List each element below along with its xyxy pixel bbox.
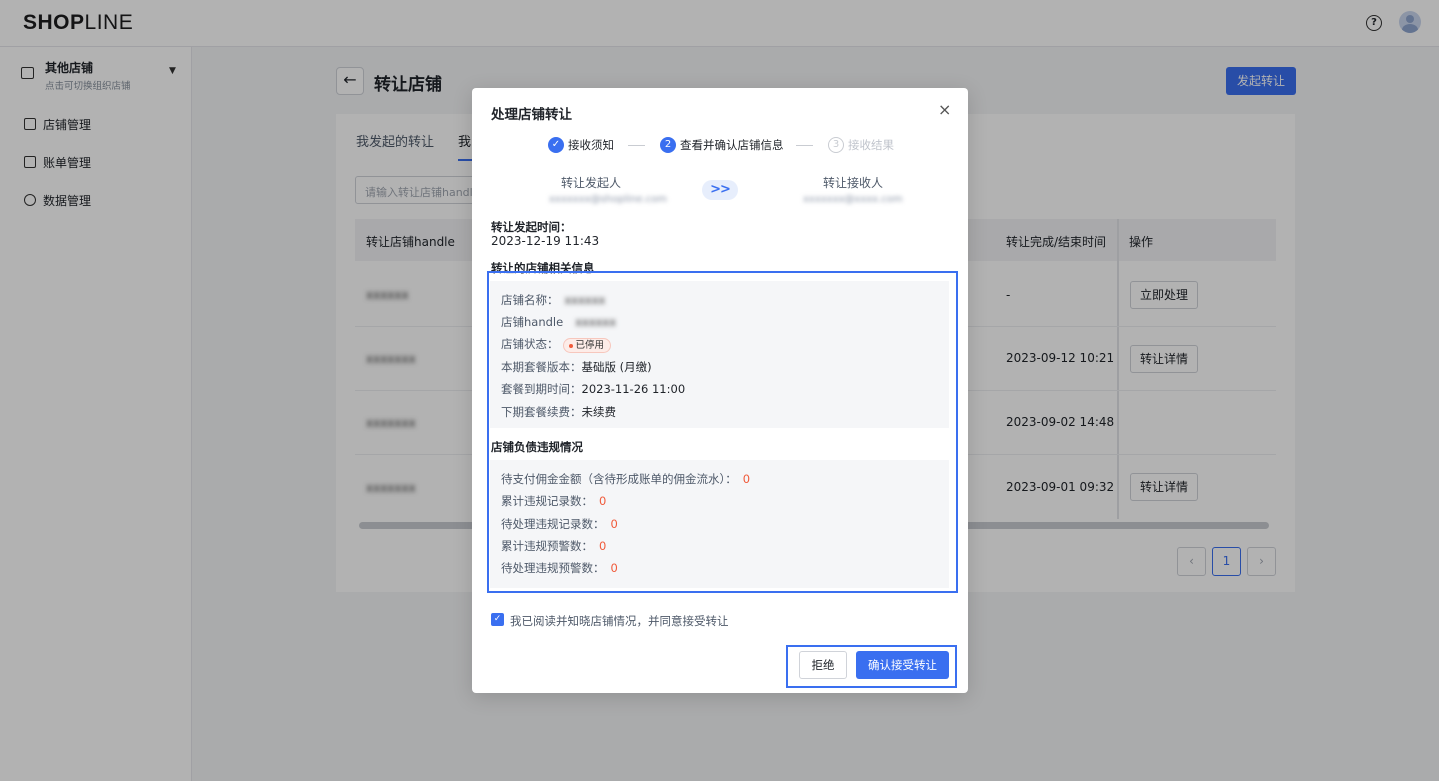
agree-checkbox[interactable]: ✓ [491,613,504,626]
initiated-time-label: 转让发起时间： [491,220,572,234]
step-connector [628,145,645,146]
from-email: xxxxxxx@shopline.com [549,194,668,205]
to-email: xxxxxxx@xxxx.com [803,194,903,205]
double-chevron-right-icon: >> [702,180,738,200]
initiated-time-value: 2023-12-19 11:43 [491,234,600,248]
agree-label[interactable]: 我已阅读并知晓店铺情况，并同意接受转让 [510,613,729,629]
from-label: 转让发起人 [561,176,622,190]
step-1: ✓ 接收须知 [548,137,614,153]
step-label: 查看并确认店铺信息 [680,138,784,152]
step-label: 接收须知 [568,138,614,152]
highlight-action-buttons [786,645,957,688]
modal-title: 处理店铺转让 [491,107,572,123]
step-number: 2 [660,137,676,153]
step-2: 2 查看并确认店铺信息 [660,137,784,153]
to-label: 转让接收人 [823,176,884,190]
step-connector [796,145,813,146]
close-icon[interactable]: × [938,100,951,119]
check-icon: ✓ [548,137,564,153]
step-3: 3 接收结果 [828,137,894,153]
step-label: 接收结果 [848,138,894,152]
step-number: 3 [828,137,844,153]
highlight-info-region [487,271,958,593]
